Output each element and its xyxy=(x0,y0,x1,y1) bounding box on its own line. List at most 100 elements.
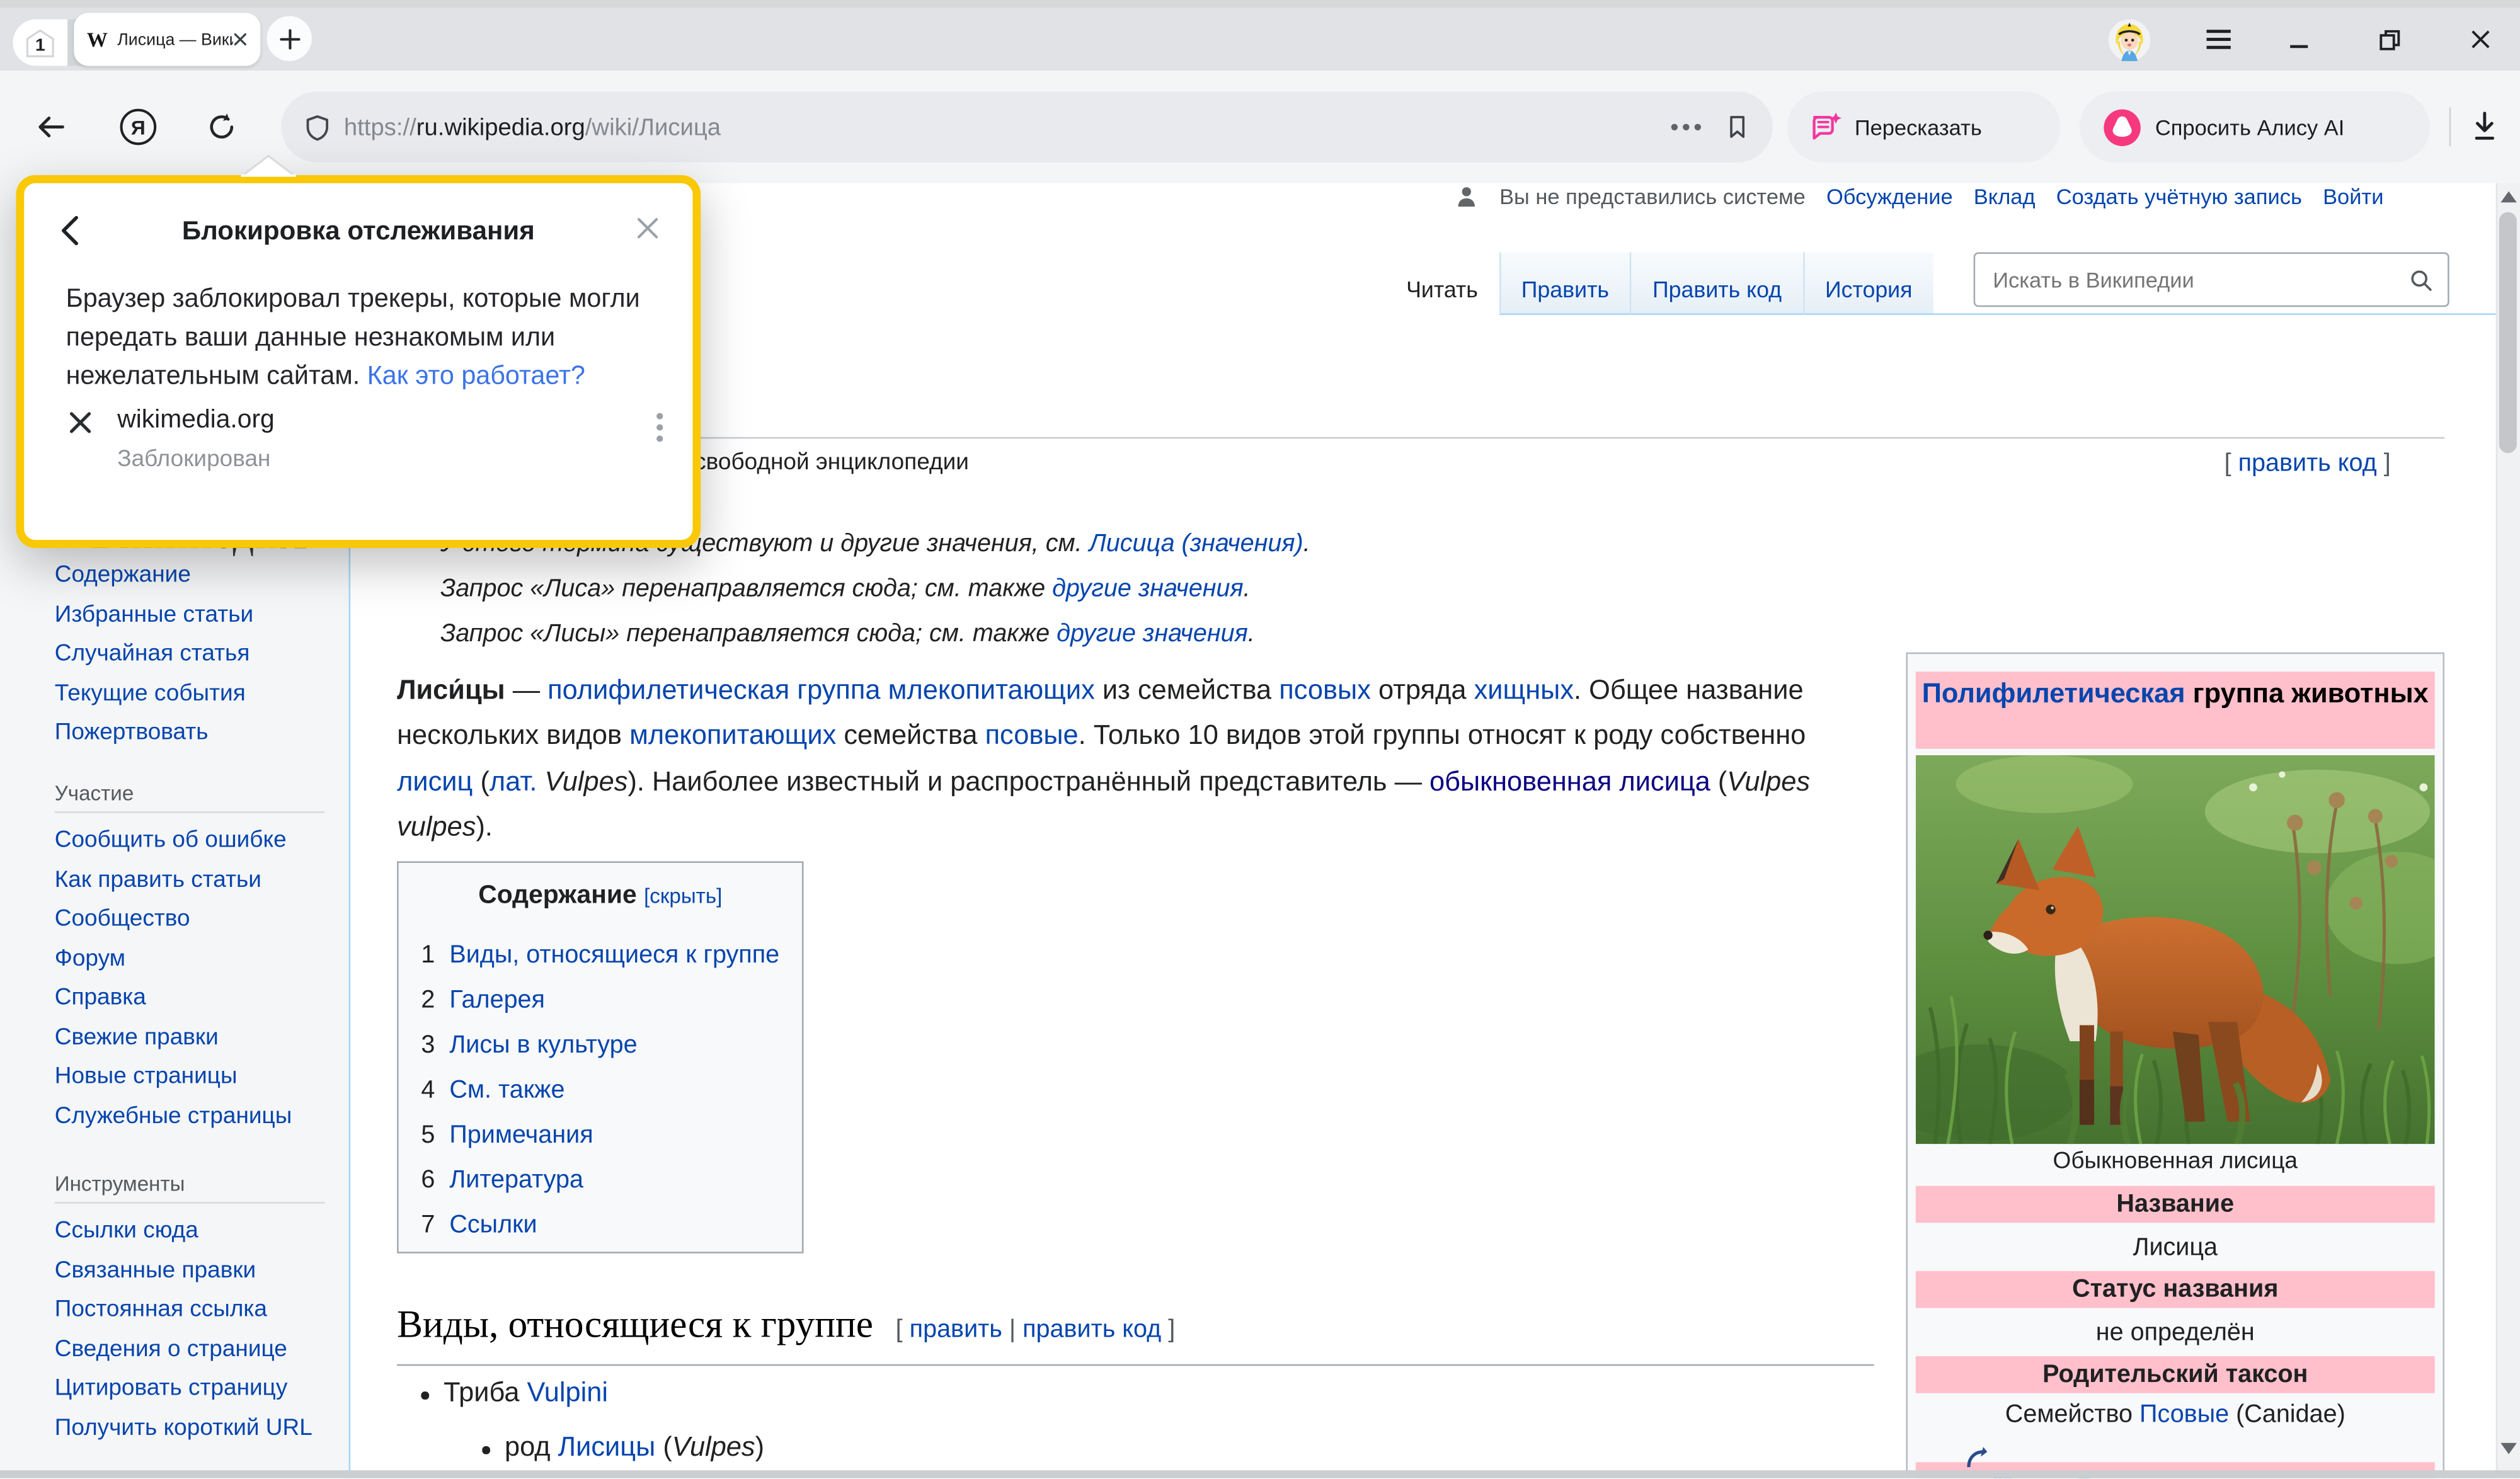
sidebar-item-short-url[interactable]: Получить короткий URL xyxy=(55,1415,325,1441)
divider xyxy=(55,1202,325,1204)
sidebar-heading-participation: Участие xyxy=(55,781,325,805)
avatar[interactable] xyxy=(2109,8,2150,71)
sidebar-item-community[interactable]: Сообщество xyxy=(55,906,325,932)
tab-title: Лисица — Википедия xyxy=(117,30,233,49)
shield-icon[interactable] xyxy=(304,113,331,140)
sidebar-item-recent-changes[interactable]: Свежие правки xyxy=(55,1024,325,1050)
section-edit-links[interactable]: [ править | править код ] xyxy=(896,1316,1176,1345)
tab-edit[interactable]: Править xyxy=(1499,253,1630,315)
browser-window: 1 W Лисица — Википедия xyxy=(0,0,2520,1478)
sidebar-item-permanent-link[interactable]: Постоянная ссылка xyxy=(55,1297,325,1323)
edit-source-top-link[interactable]: [ править код ] xyxy=(2225,450,2391,479)
search-input[interactable] xyxy=(1990,266,2409,293)
ask-alice-label: Спросить Алису AI xyxy=(2155,115,2344,139)
tab-close-icon[interactable] xyxy=(233,32,248,47)
popup-close-button[interactable] xyxy=(635,215,661,249)
minimize-button[interactable] xyxy=(2289,8,2310,71)
restore-icon xyxy=(2378,28,2401,51)
toc-item-1[interactable]: 1Виды, относящиеся к группе xyxy=(421,934,802,978)
range-arrow-icon xyxy=(1964,1446,1988,1470)
bullet-dot xyxy=(482,1446,489,1453)
sidebar-item-new-pages[interactable]: Новые страницы xyxy=(55,1064,325,1090)
sidebar-item-how-to-edit[interactable]: Как править статьи xyxy=(55,867,325,893)
personal-link-create-account[interactable]: Создать учётную запись xyxy=(2056,185,2302,208)
sidebar-item-related-changes[interactable]: Связанные правки xyxy=(55,1257,325,1283)
scrollbar-thumb[interactable] xyxy=(2499,212,2517,454)
search-icon[interactable] xyxy=(2409,268,2433,292)
tab-history[interactable]: История xyxy=(1802,253,1933,315)
scrollbar-down-arrow[interactable] xyxy=(2500,1443,2517,1454)
toc-title: Содержание xyxy=(478,882,636,909)
toc-item-6[interactable]: 6Литература xyxy=(421,1158,802,1203)
sidebar-item-forum[interactable]: Форум xyxy=(55,945,325,971)
browser-tab[interactable]: W Лисица — Википедия xyxy=(74,13,260,66)
more-actions-icon[interactable]: ••• xyxy=(1670,113,1705,140)
tab-read[interactable]: Читать xyxy=(1385,253,1499,315)
toc-item-7[interactable]: 7Ссылки xyxy=(421,1204,802,1248)
tab-group-badge[interactable]: 1 xyxy=(13,20,67,66)
sidebar-item-page-info[interactable]: Сведения о странице xyxy=(55,1336,325,1362)
toc-item-4[interactable]: 4См. также xyxy=(421,1068,802,1113)
bookmark-icon[interactable] xyxy=(1724,114,1750,140)
taxobox-row-header-status: Статус названия xyxy=(1916,1271,2435,1308)
sidebar-participation: Участие Сообщить об ошибке Как править с… xyxy=(55,781,325,1143)
sidebar-tools: Инструменты Ссылки сюда Связанные правки… xyxy=(55,1172,325,1454)
toc-item-3[interactable]: 3Лисы в культуре xyxy=(421,1024,802,1068)
sidebar-item-what-links-here[interactable]: Ссылки сюда xyxy=(55,1218,325,1244)
personal-link-contributions[interactable]: Вклад xyxy=(1974,185,2036,208)
bullet-dot xyxy=(421,1391,428,1398)
taxobox-row-header-parent: Родительский таксон xyxy=(1916,1356,2435,1393)
popup-description: Браузер заблокировал трекеры, которые мо… xyxy=(66,280,680,396)
svg-text:Я: Я xyxy=(131,116,146,139)
blocked-item-menu[interactable] xyxy=(656,411,664,452)
table-of-contents: Содержание [скрыть] 1Виды, относящиеся к… xyxy=(397,861,803,1253)
taxobox-row-header-name: Название xyxy=(1916,1186,2435,1223)
user-silhouette-icon xyxy=(1455,185,1479,208)
toc-item-2[interactable]: 2Галерея xyxy=(421,979,802,1024)
sidebar-item-help[interactable]: Справка xyxy=(55,985,325,1011)
blocked-tracker-domain: wikimedia.org xyxy=(117,406,275,435)
blocked-item-remove-icon[interactable] xyxy=(67,410,93,444)
sidebar-item-current-events[interactable]: Текущие события xyxy=(55,680,325,706)
toc-hide-link[interactable]: [скрыть] xyxy=(644,884,722,908)
sidebar-item-cite-page[interactable]: Цитировать страницу xyxy=(55,1376,325,1402)
maximize-button[interactable] xyxy=(2378,8,2401,71)
yandex-button[interactable]: Я xyxy=(119,108,158,154)
taxobox-caption: Обыкновенная лисица xyxy=(1916,1149,2435,1175)
sidebar-item-featured[interactable]: Избранные статьи xyxy=(55,602,325,627)
sidebar-item-donate[interactable]: Пожертвовать xyxy=(55,720,325,746)
address-bar[interactable]: https://ru.wikipedia.org/wiki/Лисица ••• xyxy=(281,91,1772,162)
tab-edit-source[interactable]: Править код xyxy=(1630,253,1802,315)
new-tab-button[interactable] xyxy=(266,16,311,61)
wiki-search-box[interactable] xyxy=(1974,253,2449,307)
hatnote-3: Запрос «Лисы» перенаправляется сюда; см.… xyxy=(440,620,1255,649)
back-button[interactable] xyxy=(35,113,66,150)
user-avatar-icon xyxy=(2109,18,2150,60)
personal-link-login[interactable]: Войти xyxy=(2323,185,2383,208)
sidebar-item-special-pages[interactable]: Служебные страницы xyxy=(55,1103,325,1129)
taxobox: Полифилетическая группа животных xyxy=(1906,653,2444,1478)
popup-caret xyxy=(238,154,299,185)
url-text[interactable]: https://ru.wikipedia.org/wiki/Лисица xyxy=(344,113,1670,140)
x-icon xyxy=(67,410,93,436)
taxobox-row-value-parent: Семейство Псовые (Canidae) xyxy=(1916,1398,2435,1433)
reload-icon xyxy=(206,111,238,143)
toc-item-5[interactable]: 5Примечания xyxy=(421,1114,802,1158)
menu-button[interactable] xyxy=(2205,8,2232,71)
ask-alice-button[interactable]: Спросить Алису AI xyxy=(2080,91,2430,162)
reload-button[interactable] xyxy=(206,111,238,151)
sidebar-item-report-error[interactable]: Сообщить об ошибке xyxy=(55,828,325,854)
close-window-button[interactable] xyxy=(2470,8,2491,71)
retell-button[interactable]: Пересказать xyxy=(1787,91,2061,162)
sidebar-item-contents[interactable]: Содержание xyxy=(55,562,325,588)
how-it-works-link[interactable]: Как это работает? xyxy=(367,362,585,391)
downloads-button[interactable] xyxy=(2468,109,2500,151)
hamburger-icon xyxy=(2205,29,2232,50)
bullet-item-1: Триба Vulpini xyxy=(444,1377,608,1409)
download-icon xyxy=(2468,109,2500,143)
sidebar-item-random[interactable]: Случайная статья xyxy=(55,641,325,667)
fox-photo[interactable] xyxy=(1916,755,2435,1144)
sidebar-heading-tools: Инструменты xyxy=(55,1172,325,1196)
scrollbar-up-arrow[interactable] xyxy=(2500,191,2517,203)
personal-link-talk[interactable]: Обсуждение xyxy=(1826,185,1953,208)
